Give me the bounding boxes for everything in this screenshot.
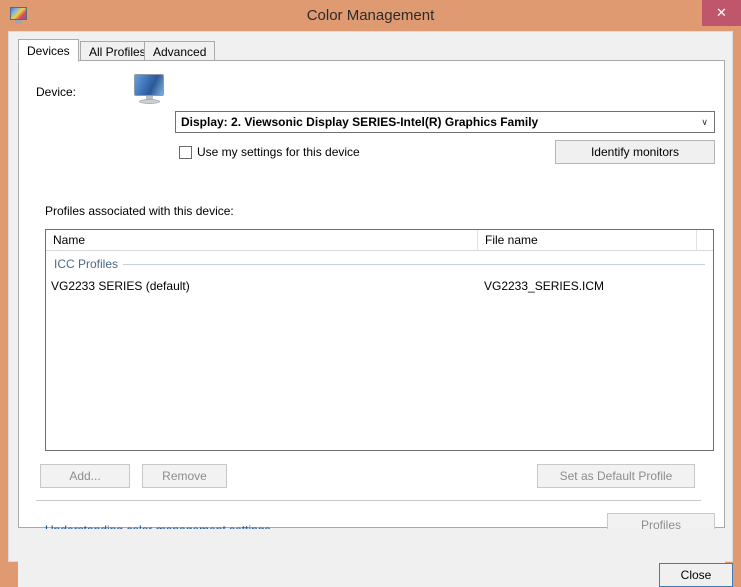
profile-name-cell: VG2233 SERIES (default)	[51, 279, 190, 293]
chevron-down-icon: ∨	[701, 117, 708, 127]
column-header-name[interactable]: Name	[46, 230, 478, 250]
tab-strip: Devices All Profiles Advanced	[18, 39, 725, 62]
remove-profile-button[interactable]: Remove	[142, 464, 227, 488]
close-icon[interactable]: ✕	[702, 0, 741, 26]
profiles-list[interactable]: Name File name ICC Profiles VG2233 SERIE…	[45, 229, 714, 451]
add-profile-button[interactable]: Add...	[40, 464, 130, 488]
group-header-label: ICC Profiles	[54, 255, 124, 273]
group-divider	[54, 264, 705, 265]
list-header-row: Name File name	[46, 230, 713, 251]
set-as-default-profile-button[interactable]: Set as Default Profile	[537, 464, 695, 488]
checkbox-box	[179, 146, 192, 159]
use-my-settings-label: Use my settings for this device	[197, 145, 360, 159]
close-button[interactable]: Close	[659, 563, 733, 587]
panel-divider	[36, 500, 701, 501]
tab-advanced[interactable]: Advanced	[144, 41, 216, 61]
display-monitor-icon	[133, 74, 167, 105]
monitor-screen	[134, 74, 164, 96]
device-label: Device:	[36, 85, 77, 99]
column-header-file-name[interactable]: File name	[478, 230, 697, 250]
dialog-footer	[18, 529, 725, 587]
color-management-window: Color Management ✕ Devices All Profiles …	[0, 0, 741, 587]
profiles-associated-label: Profiles associated with this device:	[45, 204, 234, 218]
dialog-client-area: Devices All Profiles Advanced Device: Di…	[8, 31, 733, 587]
table-row[interactable]: VG2233 SERIES (default) VG2233_SERIES.IC…	[46, 276, 713, 296]
identify-monitors-button[interactable]: Identify monitors	[555, 140, 715, 164]
window-title: Color Management	[306, 7, 435, 24]
tab-devices[interactable]: Devices	[18, 39, 79, 62]
profile-file-cell: VG2233_SERIES.ICM	[484, 279, 605, 293]
device-select[interactable]: Display: 2. Viewsonic Display SERIES-Int…	[175, 111, 715, 133]
device-select-value: Display: 2. Viewsonic Display SERIES-Int…	[181, 115, 539, 129]
title-bar: Color Management ✕	[0, 0, 741, 31]
column-header-spacer[interactable]	[697, 230, 713, 250]
monitor-foot	[139, 99, 160, 104]
list-group-header: ICC Profiles	[46, 255, 713, 273]
